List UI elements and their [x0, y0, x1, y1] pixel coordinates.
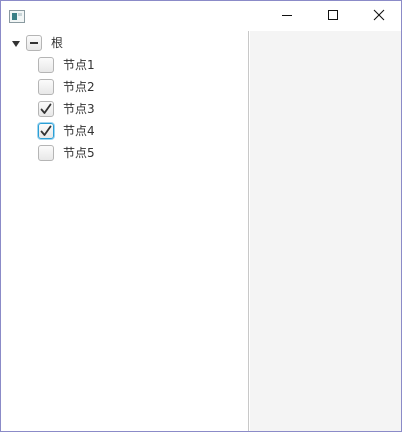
tree-item-root[interactable]: 根	[1, 32, 248, 54]
close-icon	[373, 9, 385, 24]
node-checkbox[interactable]	[38, 101, 54, 117]
tree-item[interactable]: 节点3	[1, 98, 248, 120]
tree-item[interactable]: 节点2	[1, 76, 248, 98]
tree-item-label: 节点3	[63, 102, 95, 116]
app-icon	[9, 10, 25, 23]
expand-arrow-icon[interactable]	[11, 38, 21, 48]
check-tree-view[interactable]: 根 节点1 节点2 节点3 节点4 节点5	[1, 31, 249, 431]
node-checkbox[interactable]	[38, 123, 54, 139]
window-content: 根 节点1 节点2 节点3 节点4 节点5	[1, 31, 401, 431]
tree-item-label: 节点1	[63, 58, 95, 72]
right-pane	[250, 31, 401, 431]
minimize-icon	[281, 9, 293, 24]
tree-item[interactable]: 节点1	[1, 54, 248, 76]
tree-item-label: 节点5	[63, 146, 95, 160]
tree-item-label: 节点4	[63, 124, 95, 138]
node-checkbox[interactable]	[38, 79, 54, 95]
title-bar[interactable]	[1, 1, 401, 31]
maximize-button[interactable]	[310, 1, 356, 31]
maximize-icon	[327, 9, 339, 24]
minimize-button[interactable]	[264, 1, 310, 31]
tree-item[interactable]: 节点4	[1, 120, 248, 142]
node-checkbox[interactable]	[38, 57, 54, 73]
tree-item[interactable]: 节点5	[1, 142, 248, 164]
close-button[interactable]	[356, 1, 402, 31]
node-checkbox[interactable]	[38, 145, 54, 161]
app-window: 根 节点1 节点2 节点3 节点4 节点5	[0, 0, 402, 432]
tree-item-label: 根	[51, 36, 64, 50]
root-checkbox[interactable]	[26, 35, 42, 51]
tree-item-label: 节点2	[63, 80, 95, 94]
